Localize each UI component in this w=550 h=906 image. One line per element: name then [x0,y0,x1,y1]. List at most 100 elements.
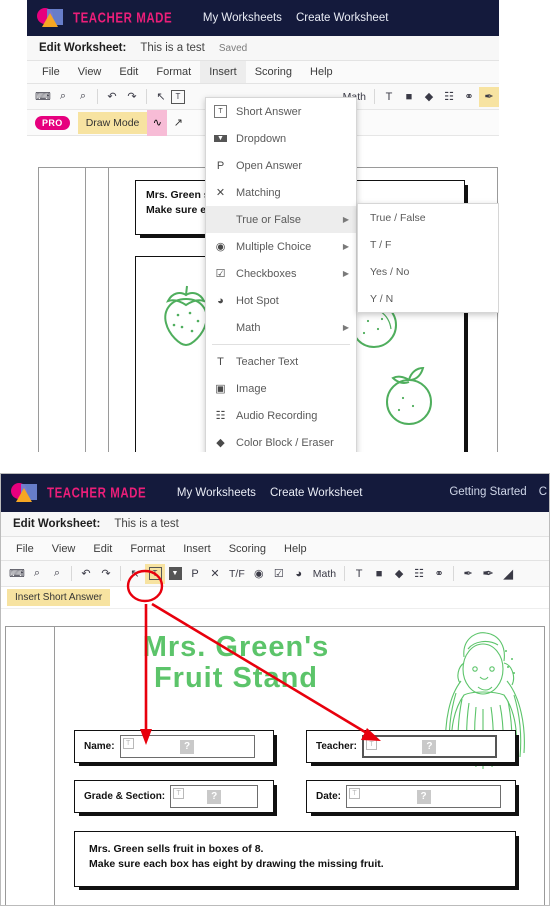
color-block-eraser-icon[interactable]: ◆ [389,564,409,584]
menu-edit[interactable]: Edit [84,537,121,560]
hot-spot-icon: ◕ [217,294,224,307]
link-icon[interactable]: ⚭ [429,564,449,584]
multiple-choice-icon[interactable]: ◉ [249,564,269,584]
hot-spot-icon[interactable]: ◕ [289,564,309,584]
nav-link-create-worksheet[interactable]: Create Worksheet [270,487,362,499]
image-icon[interactable]: ■ [369,564,389,584]
draw-mode-button[interactable]: Draw Mode [77,111,148,134]
date-answer-box[interactable]: T ? [346,785,502,808]
math-icon[interactable]: Math [309,564,340,584]
undo-icon[interactable]: ↶ [102,87,122,107]
dropdown-icon[interactable]: ▼ [165,564,185,584]
audio-recording-icon: ☷ [215,410,226,422]
submenu-item-y-n[interactable]: Y / N [358,285,498,312]
menu-item-image[interactable]: ▣ Image [206,375,356,402]
matching-icon[interactable]: ✕ [205,564,225,584]
preview-icon[interactable]: ⌨ [33,87,53,107]
submenu-item-true-false[interactable]: True / False [358,204,498,231]
teacher-text-icon[interactable]: T [349,564,369,584]
freehand-draw-icon[interactable]: ∿ [147,109,168,136]
true-false-icon[interactable]: T/F [225,564,249,584]
nav-link-getting-started[interactable]: Getting Started [449,486,526,498]
menu-view[interactable]: View [43,537,85,560]
menu-item-dropdown[interactable]: ▼ Dropdown [206,125,356,152]
nav-link-create-worksheet[interactable]: Create Worksheet [296,12,388,24]
select-cursor-icon[interactable]: ↖ [151,87,171,107]
menu-item-teacher-text[interactable]: T Teacher Text [206,348,356,375]
redo-icon[interactable]: ↷ [122,87,142,107]
audio-recording-icon[interactable]: ☷ [439,87,459,107]
menu-item-open-answer[interactable]: P Open Answer [206,152,356,179]
preview-icon[interactable]: ⌨ [7,564,27,584]
redo-icon[interactable]: ↷ [96,564,116,584]
menu-scoring[interactable]: Scoring [220,537,275,560]
teacher-field[interactable]: Teacher: T ? [306,730,519,766]
short-answer-icon[interactable]: T [145,563,165,584]
submenu-item-t-f[interactable]: T / F [358,231,498,258]
nav-link-my-worksheets[interactable]: My Worksheets [203,12,282,24]
image-icon: ▣ [215,383,226,395]
menu-item-short-answer[interactable]: T Short Answer [206,98,356,125]
zoom-out-icon[interactable]: ⌕ [73,87,93,107]
pen-thin-icon[interactable]: ✒ [479,86,499,107]
menu-edit[interactable]: Edit [110,61,147,83]
menu-item-label: Color Block / Eraser [236,436,334,449]
zoom-in-icon[interactable]: ⌕ [27,564,47,584]
menu-file[interactable]: File [33,61,69,83]
open-answer-icon[interactable]: P [185,564,205,584]
top-navbar: TEACHER MADE My Worksheets Create Worksh… [27,0,499,36]
pen-thick-icon[interactable]: ✒ [478,564,498,584]
panel-short-answer-inserted: TEACHER MADE My Worksheets Create Worksh… [0,473,550,906]
teacher-answer-box[interactable]: T ? [361,735,497,758]
highlighter-icon[interactable]: ◢ [498,564,518,584]
menu-item-hot-spot[interactable]: ◕ Hot Spot [206,287,356,314]
menu-file[interactable]: File [7,537,43,560]
checkboxes-icon[interactable]: ☑ [269,564,289,584]
worksheet-bar: Edit Worksheet: This is a test [1,512,549,537]
name-answer-box[interactable]: T ? [119,735,255,758]
brand-logo[interactable]: TEACHER MADE [37,7,181,29]
pen-thin-icon[interactable]: ✒ [458,564,478,584]
submenu-item-yes-no[interactable]: Yes / No [358,258,498,285]
menu-format[interactable]: Format [147,61,200,83]
menu-item-true-or-false[interactable]: True or False ▶ [206,206,356,233]
menu-item-math[interactable]: Math ▶ [206,314,356,341]
audio-recording-icon[interactable]: ☷ [409,564,429,584]
menu-help[interactable]: Help [301,61,342,83]
nav-link-my-worksheets[interactable]: My Worksheets [177,487,256,499]
link-icon[interactable]: ⚭ [459,87,479,107]
short-answer-icon[interactable]: T [171,89,185,104]
nav-link-truncated[interactable]: C [539,486,547,498]
undo-icon[interactable]: ↶ [76,564,96,584]
teacher-text-icon[interactable]: T [379,87,399,107]
menu-item-multiple-choice[interactable]: ◉ Multiple Choice ▶ [206,233,356,260]
toolbar-panel2: ⌨ ⌕ ⌕ ↶ ↷ ↖ T ▼ P ✕ T/F ◉ ☑ ◕ Math T ■ ◆ [1,561,549,587]
image-icon[interactable]: ■ [399,87,419,107]
date-field[interactable]: Date: T ? [306,780,519,816]
menu-scoring[interactable]: Scoring [246,61,301,83]
color-block-eraser-icon[interactable]: ◆ [419,87,439,107]
menu-insert[interactable]: Insert [200,61,246,83]
zoom-out-icon[interactable]: ⌕ [47,564,67,584]
select-cursor-icon[interactable]: ↖ [125,564,145,584]
menu-view[interactable]: View [69,61,111,83]
grade-section-answer-box[interactable]: T ? [170,785,259,808]
menu-item-audio-recording[interactable]: ☷ Audio Recording [206,402,356,429]
worksheet-title[interactable]: This is a test [140,42,205,54]
grade-section-field[interactable]: Grade & Section: T ? [74,780,277,816]
brand-name: TEACHER MADE [47,484,147,502]
menu-item-color-block-eraser[interactable]: ◆ Color Block / Eraser [206,429,356,452]
worksheet-title[interactable]: This is a test [114,518,179,530]
instructions-box[interactable]: Mrs. Green sells fruit in boxes of 8. Ma… [74,831,519,890]
menu-help[interactable]: Help [275,537,316,560]
brand-logo[interactable]: TEACHER MADE [11,482,155,504]
menu-insert[interactable]: Insert [174,537,220,560]
true-or-false-submenu[interactable]: True / False T / F Yes / No Y / N [357,203,499,313]
menu-item-checkboxes[interactable]: ☑ Checkboxes ▶ [206,260,356,287]
menu-format[interactable]: Format [121,537,174,560]
zoom-in-icon[interactable]: ⌕ [53,87,73,107]
line-draw-icon[interactable]: ↗ [167,110,189,136]
menu-item-matching[interactable]: ✕ Matching [206,179,356,206]
insert-dropdown-menu[interactable]: T Short Answer ▼ Dropdown P Open Answer … [205,97,357,452]
name-field[interactable]: Name: T ? [74,730,277,766]
